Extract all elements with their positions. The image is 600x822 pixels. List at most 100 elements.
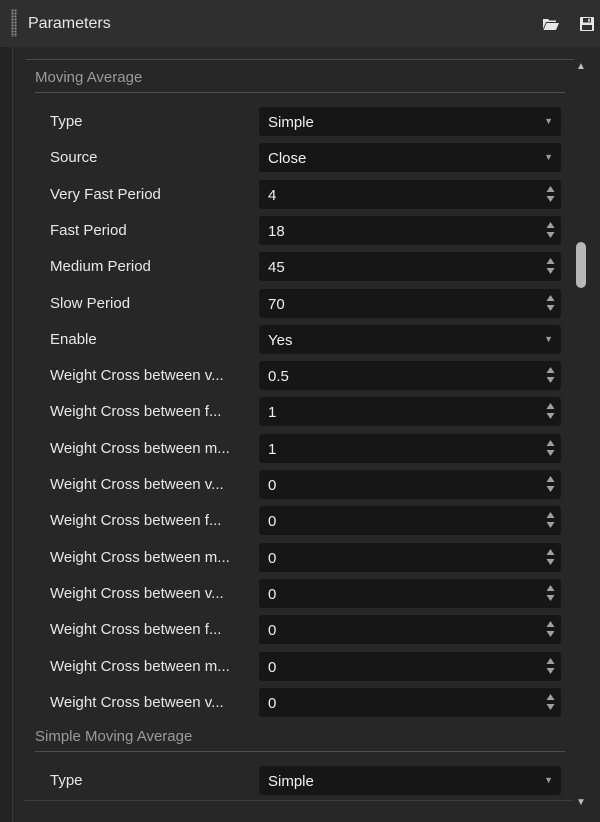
parameter-label: Weight Cross between v... [50, 584, 224, 602]
parameter-row: Weight Cross between f... 1 [26, 397, 574, 427]
parameter-row: Enable Yes ▼ [26, 324, 574, 355]
panel-bottom-divider [25, 800, 573, 801]
parameter-label: Weight Cross between m... [50, 439, 230, 457]
scrollbar-thumb[interactable] [576, 242, 586, 288]
spinner-arrows-icon[interactable] [546, 401, 555, 421]
parameter-spinner[interactable]: 4 [259, 179, 561, 209]
spinner-arrows-icon[interactable] [546, 547, 555, 567]
parameter-value: Yes [268, 331, 293, 349]
parameter-row: Weight Cross between m... 0 [26, 542, 574, 573]
spinner-arrows-icon[interactable] [546, 365, 555, 385]
parameter-row: Slow Period 70 [26, 288, 574, 319]
parameter-value: 0 [268, 513, 277, 531]
parameter-spinner[interactable]: 70 [259, 288, 561, 318]
parameter-row: Weight Cross between m... 1 [26, 433, 574, 464]
dropdown-arrow-icon[interactable]: ▼ [544, 152, 553, 162]
parameter-spinner[interactable]: 0 [259, 470, 561, 499]
parameter-row: Fast Period 18 [26, 215, 574, 246]
parameter-spinner[interactable]: 0.5 [259, 361, 561, 391]
parameter-label: Source [50, 149, 98, 167]
spinner-arrows-icon[interactable] [546, 583, 555, 603]
dropdown-arrow-icon[interactable]: ▼ [544, 775, 553, 785]
folder-open-icon[interactable] [541, 14, 561, 34]
spinner-arrows-icon[interactable] [546, 510, 555, 530]
parameter-row: Weight Cross between v... 0 [26, 470, 574, 500]
spinner-arrows-icon[interactable] [546, 619, 555, 639]
parameter-label: Medium Period [50, 258, 151, 276]
spinner-arrows-icon[interactable] [546, 256, 555, 276]
section-header: Simple Moving Average [35, 728, 565, 753]
section-header: Moving Average [35, 69, 565, 93]
parameter-value: 45 [268, 259, 285, 277]
parameters-panel: Moving Average Type Simple ▼ Source Close ▼ Ver… [12, 47, 600, 822]
spinner-arrows-icon[interactable] [546, 474, 555, 494]
parameter-label: Fast Period [50, 221, 127, 239]
parameter-dropdown[interactable]: Close ▼ [259, 143, 561, 173]
parameter-label: Slow Period [50, 294, 131, 312]
parameters-list: Moving Average Type Simple ▼ Source Close ▼ Ver… [26, 59, 574, 800]
parameter-label: Type [50, 772, 83, 790]
parameter-spinner[interactable]: 45 [259, 252, 561, 282]
parameter-label: Very Fast Period [50, 185, 161, 203]
scroll-down-arrow-icon[interactable]: ▼ [573, 796, 589, 810]
parameter-label: Weight Cross between v... [50, 476, 224, 493]
parameter-value: 0 [268, 622, 277, 640]
parameter-value: 0 [268, 694, 277, 712]
parameter-value: 1 [268, 440, 277, 458]
floppy-disk-icon[interactable] [577, 14, 597, 34]
spinner-arrows-icon[interactable] [546, 656, 555, 676]
dropdown-arrow-icon[interactable]: ▼ [544, 116, 553, 126]
parameter-row: Type Simple ▼ [26, 107, 574, 137]
spinner-arrows-icon[interactable] [546, 184, 555, 204]
parameter-row: Weight Cross between v... 0 [26, 578, 574, 609]
parameter-row: Very Fast Period 4 [26, 179, 574, 210]
parameter-label: Weight Cross between v... [50, 367, 224, 385]
spinner-arrows-icon[interactable] [546, 293, 555, 313]
parameter-row: Source Close ▼ [26, 143, 574, 173]
parameter-label: Weight Cross between f... [50, 403, 222, 421]
dropdown-arrow-icon[interactable]: ▼ [544, 334, 553, 344]
parameter-spinner[interactable]: 1 [259, 397, 561, 427]
parameter-spinner[interactable]: 0 [259, 506, 561, 536]
parameter-spinner[interactable]: 1 [259, 433, 561, 463]
parameter-value: 18 [268, 222, 285, 240]
spinner-arrows-icon[interactable] [546, 438, 555, 458]
parameter-value: 0 [268, 549, 277, 567]
parameter-dropdown[interactable]: Yes ▼ [259, 324, 561, 354]
spinner-arrows-icon[interactable] [546, 692, 555, 712]
parameter-dropdown[interactable]: Simple ▼ [259, 107, 561, 136]
parameter-value: 4 [268, 186, 277, 204]
parameter-row: Medium Period 45 [26, 252, 574, 282]
parameter-row: Weight Cross between m... 0 [26, 651, 574, 682]
parameter-row: Type Simple ▼ [26, 766, 574, 796]
parameter-value: Close [268, 150, 307, 168]
parameter-spinner[interactable]: 0 [259, 578, 561, 608]
parameter-label: Weight Cross between m... [50, 657, 230, 675]
parameter-label: Type [50, 113, 83, 130]
panel-titlebar: Parameters [0, 0, 600, 47]
parameter-value: 0 [268, 585, 277, 603]
drag-grip-icon[interactable] [11, 9, 17, 37]
parameter-label: Weight Cross between f... [50, 621, 222, 639]
parameter-spinner[interactable]: 18 [259, 215, 561, 245]
parameter-value: Simple [268, 773, 314, 791]
parameter-value: 0 [268, 477, 277, 494]
parameter-value: 1 [268, 404, 277, 422]
parameter-value: 70 [268, 295, 285, 313]
parameter-dropdown[interactable]: Simple ▼ [259, 766, 561, 796]
parameter-row: Weight Cross between f... 0 [26, 506, 574, 536]
parameter-value: 0.5 [268, 368, 289, 386]
parameter-value: 0 [268, 658, 277, 676]
parameter-spinner[interactable]: 0 [259, 687, 561, 717]
parameter-spinner[interactable]: 0 [259, 615, 561, 645]
parameter-row: Weight Cross between f... 0 [26, 615, 574, 645]
parameter-label: Weight Cross between f... [50, 512, 222, 530]
spinner-arrows-icon[interactable] [546, 220, 555, 240]
parameter-spinner[interactable]: 0 [259, 651, 561, 681]
scroll-up-arrow-icon[interactable]: ▲ [573, 60, 589, 74]
parameter-row: Weight Cross between v... 0 [26, 687, 574, 718]
panel-title: Parameters [28, 15, 111, 32]
vertical-scrollbar[interactable]: ▲ ▼ [573, 60, 589, 815]
parameter-spinner[interactable]: 0 [259, 542, 561, 572]
parameter-value: Simple [268, 114, 314, 131]
